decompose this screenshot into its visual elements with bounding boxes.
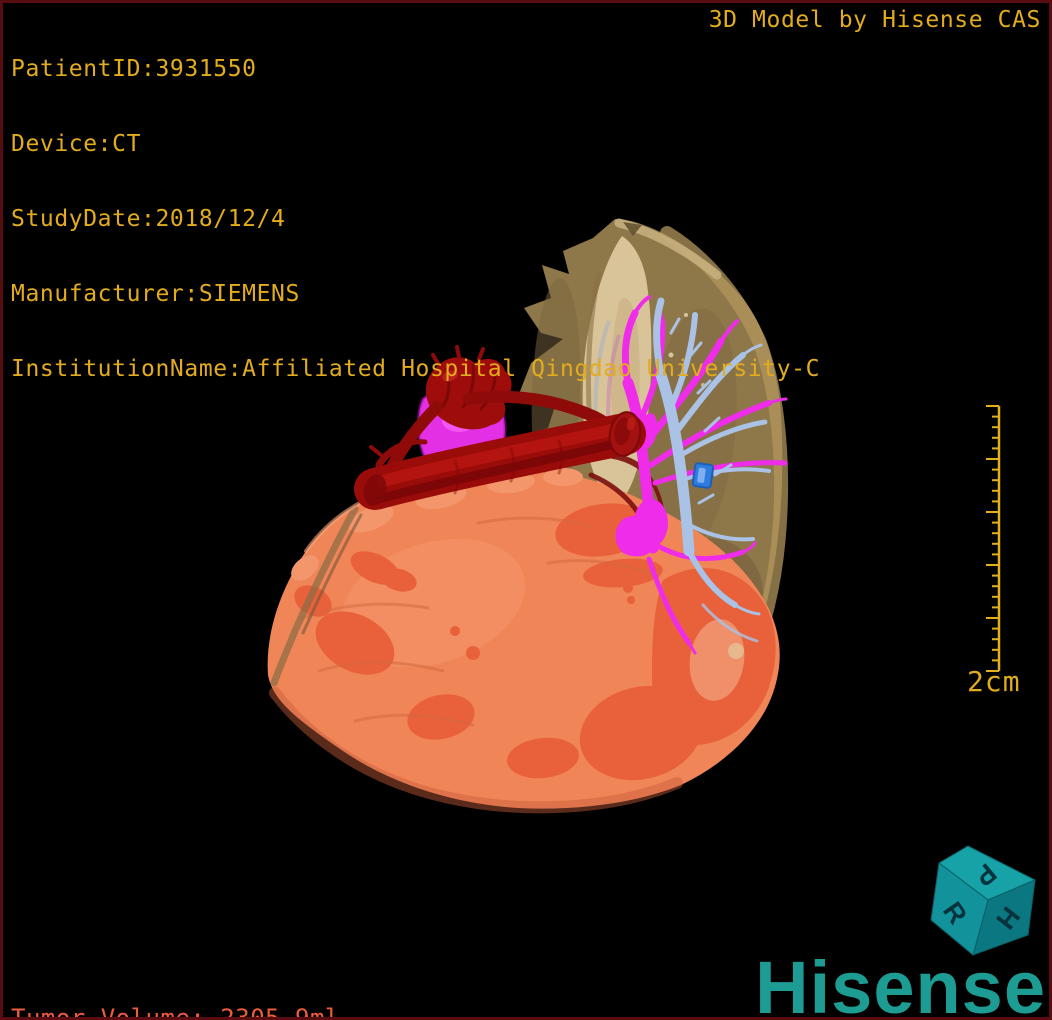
3d-viewport[interactable] [3, 3, 1049, 1017]
scale-bar-ticks [986, 405, 999, 672]
vessel-clip [691, 462, 715, 489]
cas-3d-viewer-window: PatientID:3931550 Device:CT StudyDate:20… [0, 0, 1052, 1020]
hisense-logo: Hisense [755, 946, 1046, 1020]
liver-3d-model [267, 218, 789, 814]
scale-bar [986, 405, 1001, 672]
